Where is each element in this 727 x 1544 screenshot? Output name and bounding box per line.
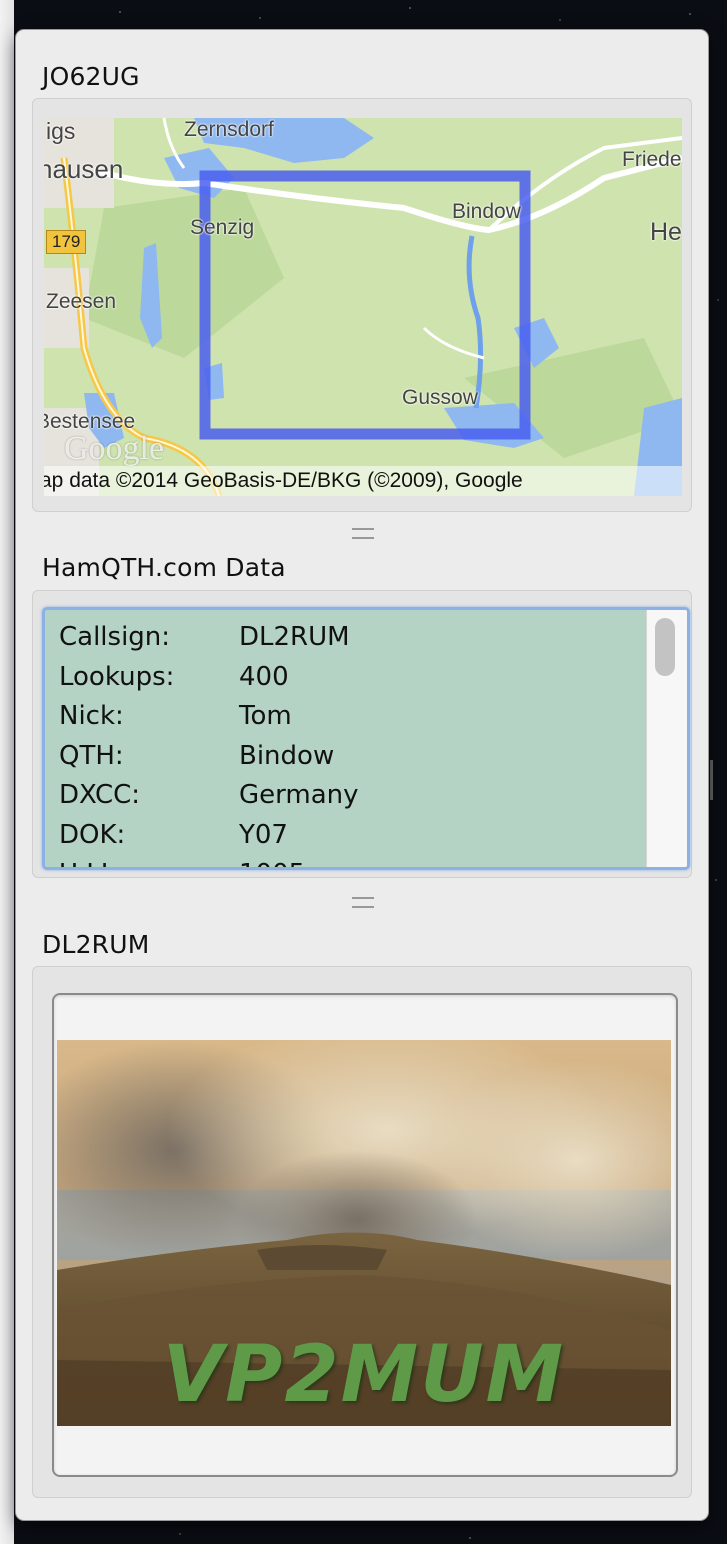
map-label-gussow: Gussow: [402, 386, 478, 409]
qsl-photo-caption: VP2MUM: [162, 1330, 566, 1420]
data-value: Germany: [239, 780, 359, 810]
data-value: Bindow: [239, 740, 335, 771]
map-label-hausen: hausen: [44, 154, 124, 184]
data-row-dok: DOK: Y07: [59, 816, 359, 856]
locator-map[interactable]: igs Zernsdorf Friede hausen Bindow He Se…: [44, 118, 682, 496]
scrollbar-thumb[interactable]: [655, 618, 675, 676]
data-row-nick: Nick: Tom: [59, 697, 359, 737]
google-logo: Google: [64, 430, 165, 467]
data-row-partial: U.LL.1005: [59, 855, 359, 867]
data-value: DL2RUM: [239, 622, 350, 652]
data-key: DOK:: [59, 819, 126, 850]
qsl-title: DL2RUM: [42, 930, 150, 959]
qsl-photo: VP2MUM: [57, 1040, 671, 1426]
map-label-he: He: [650, 218, 682, 246]
data-value: Tom: [239, 701, 292, 731]
split-pane-handle-top[interactable]: [352, 528, 374, 539]
data-key: Callsign:: [59, 622, 171, 652]
window-edge: [0, 0, 14, 1544]
data-value: 1005: [239, 859, 305, 867]
hamqth-data-list[interactable]: Callsign: DL2RUM Lookups: 400 Nick: Tom QTH…: [42, 607, 690, 870]
data-value: 400: [239, 661, 289, 692]
data-key: QTH:: [59, 740, 124, 771]
data-value: Y07: [239, 819, 288, 850]
map-label-senzig: Senzig: [190, 216, 255, 239]
data-key: DXCC:: [59, 780, 141, 810]
data-row-dxcc: DXCC: Germany: [59, 776, 359, 816]
map-label-bindow: Bindow: [452, 200, 521, 223]
map-label-zernsdorf: Zernsdorf: [184, 118, 274, 141]
data-key: Lookups:: [59, 661, 175, 692]
locator-title: JO62UG: [42, 62, 140, 91]
data-key: Nick:: [59, 701, 124, 731]
map-label-igs: igs: [46, 118, 76, 144]
data-list-scrollbar[interactable]: [646, 610, 687, 867]
data-key: U.LL.: [59, 855, 239, 867]
data-row-callsign: Callsign: DL2RUM: [59, 618, 359, 658]
split-pane-handle-bottom[interactable]: [352, 897, 374, 908]
map-label-zeesen: Zeesen: [46, 290, 117, 313]
hamqth-rows: Callsign: DL2RUM Lookups: 400 Nick: Tom QTH…: [59, 618, 359, 867]
road-shield-179: 179: [46, 230, 87, 254]
hamqth-title: HamQTH.com Data: [42, 553, 286, 582]
map-label-friede: Friede: [622, 148, 682, 171]
data-row-lookups: Lookups: 400: [59, 658, 359, 698]
map-copyright: ap data ©2014 GeoBasis-DE/BKG (©2009), G…: [44, 466, 682, 496]
data-row-qth: QTH: Bindow: [59, 737, 359, 777]
resize-indicator[interactable]: [710, 760, 713, 800]
